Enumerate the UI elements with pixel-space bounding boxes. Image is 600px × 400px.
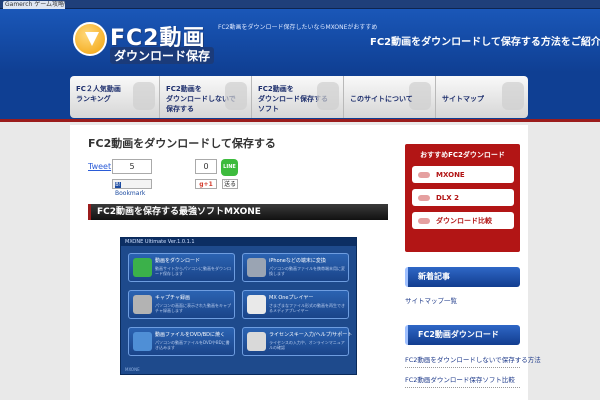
sidebar-link-sitemap[interactable]: サイトマップ一覧 [405, 295, 457, 305]
pointing-hand-icon [418, 217, 430, 224]
screenshot-item-label: 動画ファイルをDVD/BDに焼く [155, 332, 225, 338]
browser-tab-strip: Gamerch ゲーム攻略Wiki [0, 0, 600, 9]
hatena-bookmark-button[interactable]: B!Bookmark [112, 179, 152, 197]
phone-icon [247, 258, 266, 277]
gplus-button[interactable]: g+1 [195, 179, 217, 189]
screenshot-item-label: ライセンスキー入力/ヘルプ/サポート [269, 332, 353, 338]
screenshot-item-desc: パソコンの動画ファイルをDVDやBDに書き込みます [155, 340, 230, 350]
mxone-screenshot[interactable]: MXONE Ultimate Ver.1.0.1.1 動画をダウンロード 動画サ… [120, 237, 357, 375]
bookmark-b-icon: B! [115, 182, 121, 188]
site-logo-subtext[interactable]: ダウンロード保存 [110, 47, 215, 64]
recommend-title: おすすめFC2ダウンロード [420, 151, 505, 159]
screenshot-window-title: MXONE Ultimate Ver.1.0.1.1 [121, 238, 356, 246]
nav-item-ranking[interactable]: FC２人気動画 ランキング [70, 76, 160, 118]
sidebar-link-save-method[interactable]: FC2動画をダウンロードしないで保存する方法 [405, 354, 541, 368]
sidebar-heading-new-articles: 新着記事 [405, 267, 520, 287]
nav-item-about[interactable]: このサイトについて [344, 76, 436, 118]
nav-deco-icon [225, 82, 247, 110]
site-header: FC2動画 ダウンロード保存 FC2動画をダウンロード保存したいならMXONEが… [0, 9, 600, 72]
nav-item-save-without-download[interactable]: FC2動画を ダウンロードしないで 保存する [160, 76, 252, 118]
screenshot-footer: MXONE [125, 367, 140, 372]
section-heading: FC2動画を保存する最強ソフトMXONE [88, 204, 388, 220]
screenshot-item-label: キャプチャ録画 [155, 295, 190, 301]
screenshot-item-label: 動画をダウンロード [155, 258, 201, 264]
recommend-item-mxone[interactable]: MXONE [412, 166, 514, 183]
screenshot-item-burn: 動画ファイルをDVD/BDに焼く パソコンの動画ファイルをDVDやBDに書き込み… [128, 327, 235, 356]
browser-tab[interactable]: Gamerch ゲーム攻略Wiki [3, 1, 65, 9]
site-headline: FC2動画をダウンロードして保存する方法をご紹介 [370, 37, 600, 48]
sidebar: おすすめFC2ダウンロード MXONE DLX 2 ダウンロード比較 新着記事 … [400, 125, 541, 400]
article-main: FC2動画をダウンロードして保存する Tweet 5 B!Bookmark 0 … [70, 125, 400, 400]
pointing-hand-icon [418, 171, 430, 178]
recommend-box: おすすめFC2ダウンロード MXONE DLX 2 ダウンロード比較 [405, 144, 520, 252]
screenshot-item-desc: さまざまなファイル形式の動画を再生できるメディアプレイヤー [269, 303, 345, 313]
screenshot-item-desc: ライセンスの入力や、オンラインマニュアルの確認 [269, 340, 345, 350]
article-title: FC2動画をダウンロードして保存する [88, 137, 276, 150]
sidebar-link-software-compare[interactable]: FC2動画ダウンロード保存ソフト比較 [405, 374, 520, 388]
tweet-count: 5 [112, 159, 152, 174]
screenshot-item-label: iPhoneなどの端末に変換 [269, 258, 326, 264]
tweet-button[interactable]: Tweet [88, 162, 111, 171]
key-icon [247, 332, 266, 351]
global-nav-bar: FC２人気動画 ランキング FC2動画を ダウンロードしないで 保存する FC2… [0, 72, 600, 122]
download-arrow-icon[interactable] [73, 22, 107, 56]
screenshot-item-capture: キャプチャ録画 パソコンの画面に表示された動画をキャプチャ録画します [128, 290, 235, 319]
line-send-button[interactable]: 送る [222, 179, 238, 189]
recommend-item-compare[interactable]: ダウンロード比較 [412, 212, 514, 229]
screenshot-item-download: 動画をダウンロード 動画サイトからパソコンに動画をダウンロード保存します [128, 253, 235, 282]
gplus-count: 0 [195, 159, 217, 174]
disc-icon [133, 332, 152, 351]
download-icon [133, 258, 152, 277]
screenshot-item-license: ライセンスキー入力/ヘルプ/サポート ライセンスの入力や、オンラインマニュアルの… [242, 327, 353, 356]
nav-deco-icon [317, 82, 339, 110]
screenshot-item-desc: 動画サイトからパソコンに動画をダウンロード保存します [155, 266, 231, 276]
line-icon[interactable]: LINE [221, 159, 238, 176]
screenshot-item-convert: iPhoneなどの端末に変換 パソコンの動画ファイルを携帯端末用に変換します [242, 253, 349, 282]
recommend-item-dlx2[interactable]: DLX 2 [412, 189, 514, 206]
nav-item-sitemap[interactable]: サイトマップ [436, 76, 528, 118]
screenshot-item-desc: パソコンの動画ファイルを携帯端末用に変換します [269, 266, 345, 276]
player-icon [247, 295, 266, 314]
camera-icon [133, 295, 152, 314]
nav-item-download-software[interactable]: FC2動画を ダウンロード保存する ソフト [252, 76, 344, 118]
site-tagline: FC2動画をダウンロード保存したいならMXONEがおすすめ [218, 24, 378, 31]
nav-deco-icon [133, 82, 155, 110]
sidebar-heading-fc2-download: FC2動画ダウンロード [405, 325, 520, 345]
global-nav: FC２人気動画 ランキング FC2動画を ダウンロードしないで 保存する FC2… [70, 76, 528, 118]
pointing-hand-icon [418, 194, 430, 201]
map-pin-icon [502, 82, 524, 110]
screenshot-item-desc: パソコンの画面に表示された動画をキャプチャ録画します [155, 303, 231, 313]
screenshot-item-player: MX Oneプレイヤー さまざまなファイル形式の動画を再生できるメディアプレイヤ… [242, 290, 349, 319]
screenshot-item-label: MX Oneプレイヤー [269, 295, 314, 301]
